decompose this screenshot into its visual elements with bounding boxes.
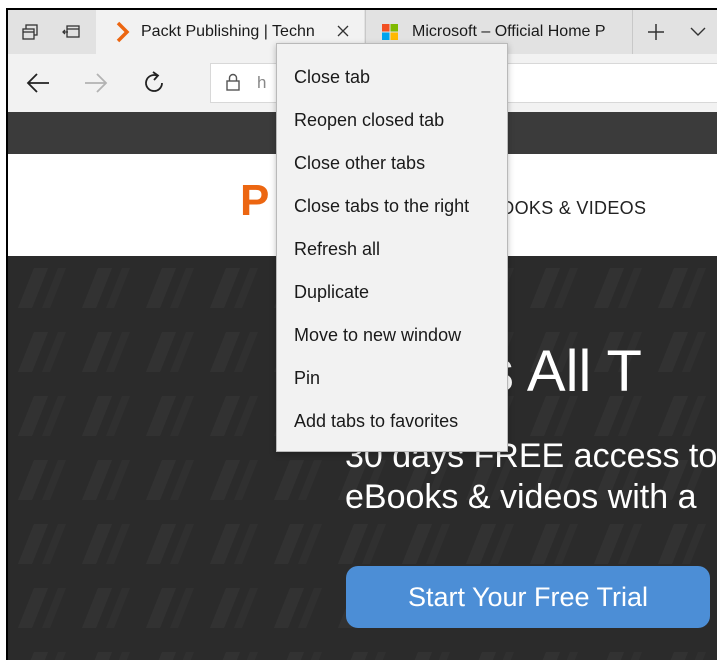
- menu-item-add-tabs-to-favorites[interactable]: Add tabs to favorites: [277, 400, 507, 443]
- browser-window: Packt Publishing | Techn Microsoft – Off…: [6, 8, 717, 660]
- microsoft-favicon: [382, 24, 398, 45]
- menu-item-refresh-all[interactable]: Refresh all: [277, 228, 507, 271]
- show-tabs-aside-icon[interactable]: [54, 10, 90, 54]
- refresh-icon[interactable]: [134, 63, 174, 103]
- packt-logo[interactable]: P: [240, 176, 269, 226]
- hero-subtitle-line: eBooks & videos with a: [345, 478, 697, 516]
- address-text: h: [257, 73, 267, 92]
- books-videos-link[interactable]: BOOKS & VIDEOS: [488, 198, 646, 219]
- packt-favicon: [116, 21, 130, 48]
- menu-item-close-other-tabs[interactable]: Close other tabs: [277, 142, 507, 185]
- set-tabs-aside-icon[interactable]: [12, 10, 48, 54]
- back-arrow-icon[interactable]: [18, 63, 58, 103]
- close-tab-icon[interactable]: [334, 22, 352, 40]
- plus-icon[interactable]: [638, 10, 674, 54]
- menu-item-duplicate[interactable]: Duplicate: [277, 271, 507, 314]
- menu-item-close-tab[interactable]: Close tab: [277, 56, 507, 99]
- start-free-trial-button[interactable]: Start Your Free Trial: [346, 566, 710, 628]
- lock-icon: [225, 72, 241, 97]
- tab-label: Microsoft – Official Home P: [412, 23, 606, 40]
- menu-item-reopen-closed-tab[interactable]: Reopen closed tab: [277, 99, 507, 142]
- tab-label: Packt Publishing | Techn: [141, 23, 315, 40]
- menu-item-close-tabs-right[interactable]: Close tabs to the right: [277, 185, 507, 228]
- forward-arrow-icon[interactable]: [76, 63, 116, 103]
- menu-item-pin[interactable]: Pin: [277, 357, 507, 400]
- menu-item-move-to-new-window[interactable]: Move to new window: [277, 314, 507, 357]
- tab-context-menu: Close tab Reopen closed tab Close other …: [276, 43, 508, 452]
- chevron-down-icon[interactable]: [680, 10, 716, 54]
